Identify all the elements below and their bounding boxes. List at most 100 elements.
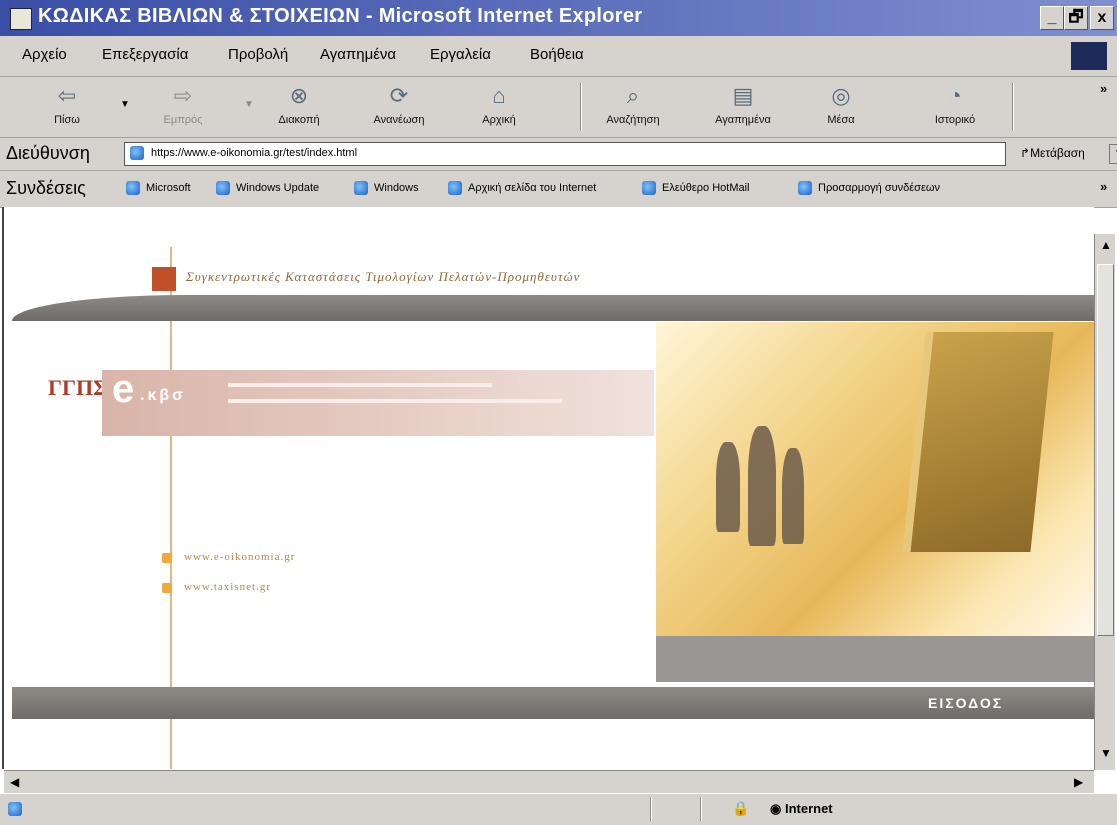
page-content: Συγκεντρωτικές Καταστάσεις Τιμολογίων Πε… bbox=[2, 207, 1094, 769]
go-arrow-icon: ↱ bbox=[1020, 146, 1031, 160]
close-button[interactable]: x bbox=[1090, 6, 1114, 30]
header-band bbox=[12, 295, 1094, 321]
refresh-icon: ⟳ bbox=[389, 83, 409, 108]
scroll-right-icon[interactable]: ▶ bbox=[1074, 775, 1083, 789]
brand-e-letter: e bbox=[112, 367, 135, 411]
favorites-icon: ▤ bbox=[732, 83, 754, 108]
scroll-up-icon[interactable]: ▲ bbox=[1100, 238, 1112, 252]
page-icon bbox=[448, 181, 462, 195]
forward-arrow-icon: ⇨ bbox=[173, 83, 193, 108]
header-title: Συγκεντρωτικές Καταστάσεις Τιμολογίων Πε… bbox=[186, 269, 581, 284]
globe-icon: ◉ bbox=[770, 801, 782, 816]
lock-icon: 🔒 bbox=[732, 800, 750, 816]
page-icon bbox=[130, 146, 144, 160]
windows-logo-icon bbox=[1071, 42, 1107, 70]
home-label: Αρχική bbox=[482, 114, 516, 126]
ie-app-icon[interactable] bbox=[10, 8, 32, 30]
standard-toolbar: ⇦ Πίσω ▼ ⇨ Εμπρός ▼ ⊗ Διακοπή ⟳ Ανανέωση… bbox=[0, 77, 1117, 138]
links-more-chevron[interactable]: » bbox=[1100, 179, 1107, 194]
photo-caption-strip bbox=[656, 636, 1094, 682]
link-label: Αρχική σελίδα του Internet bbox=[468, 182, 597, 194]
links-label: Συνδέσεις bbox=[6, 178, 86, 198]
hero-photo bbox=[656, 322, 1094, 682]
search-button[interactable]: ⌕ Αναζήτηση bbox=[590, 81, 676, 133]
toolbar-separator bbox=[1012, 83, 1014, 131]
brand-subtitle-line bbox=[228, 399, 562, 403]
stop-icon: ⊗ bbox=[289, 83, 309, 108]
link-e-oikonomia[interactable]: www.e-oikonomia.gr bbox=[184, 551, 295, 563]
person-silhouette bbox=[782, 448, 804, 544]
history-label: Ιστορικό bbox=[934, 114, 976, 126]
person-silhouette bbox=[716, 442, 740, 532]
forward-dropdown-icon[interactable]: ▼ bbox=[244, 99, 254, 110]
link-windows[interactable]: Windows bbox=[354, 181, 419, 195]
scroll-down-icon[interactable]: ▼ bbox=[1100, 746, 1112, 760]
stop-button[interactable]: ⊗ Διακοπή bbox=[256, 81, 342, 133]
menu-bar: Αρχείο Επεξεργασία Προβολή Αγαπημένα Εργ… bbox=[0, 36, 1117, 77]
search-icon: ⌕ bbox=[626, 83, 640, 108]
toolbar-separator bbox=[580, 83, 582, 131]
menu-file[interactable]: Αρχείο bbox=[22, 46, 67, 63]
links-bar: Συνδέσεις Microsoft Windows Update Windo… bbox=[0, 171, 1117, 208]
refresh-button[interactable]: ⟳ Ανανέωση bbox=[356, 81, 442, 133]
page-icon bbox=[642, 181, 656, 195]
scroll-thumb[interactable] bbox=[1097, 264, 1114, 636]
link-label: Windows bbox=[374, 182, 419, 194]
page-icon bbox=[798, 181, 812, 195]
person-silhouette bbox=[748, 426, 776, 546]
menu-tools[interactable]: Εργαλεία bbox=[430, 46, 491, 63]
link-microsoft[interactable]: Microsoft bbox=[126, 181, 191, 195]
enter-button[interactable]: ΕΙΣΟΔΟΣ bbox=[928, 695, 1003, 711]
forward-label: Εμπρός bbox=[163, 114, 203, 126]
address-dropdown-icon[interactable]: ▼ bbox=[1109, 144, 1117, 164]
status-divider bbox=[700, 797, 702, 821]
brand-suffix: .κβσ bbox=[140, 387, 187, 404]
menu-favorites[interactable]: Αγαπημένα bbox=[320, 46, 396, 63]
link-taxisnet[interactable]: www.taxisnet.gr bbox=[184, 581, 271, 593]
home-button[interactable]: ⌂ Αρχική bbox=[456, 81, 542, 133]
media-button[interactable]: ◎ Μέσα bbox=[798, 81, 884, 133]
ggps-logo: ΓΓΠΣ bbox=[48, 375, 108, 400]
menu-view[interactable]: Προβολή bbox=[228, 46, 288, 63]
search-label: Αναζήτηση bbox=[606, 114, 660, 126]
forward-button[interactable]: ⇨ Εμπρός bbox=[140, 81, 226, 133]
bullet-icon bbox=[162, 583, 172, 593]
media-label: Μέσα bbox=[827, 114, 855, 126]
favorites-label: Αγαπημένα bbox=[715, 114, 771, 126]
status-bar: 🔒 ◉ Internet bbox=[0, 793, 1117, 825]
page-icon bbox=[126, 181, 140, 195]
minimize-button[interactable]: _ bbox=[1040, 6, 1064, 30]
link-hotmail[interactable]: Ελεύθερο HotMail bbox=[642, 181, 750, 195]
favorites-button[interactable]: ▤ Αγαπημένα bbox=[700, 81, 786, 133]
link-internet-home[interactable]: Αρχική σελίδα του Internet bbox=[448, 181, 597, 195]
toolbar-more-chevron[interactable]: » bbox=[1100, 81, 1107, 96]
home-icon: ⌂ bbox=[492, 83, 506, 108]
brand-subtitle-line bbox=[228, 383, 492, 387]
stop-label: Διακοπή bbox=[278, 114, 320, 126]
history-button[interactable]: ◔ Ιστορικό bbox=[912, 81, 998, 133]
link-customize[interactable]: Προσαρμογή συνδέσεων bbox=[798, 181, 940, 195]
menu-edit[interactable]: Επεξεργασία bbox=[102, 46, 188, 63]
maximize-button[interactable]: 🗗 bbox=[1064, 6, 1088, 30]
scroll-left-icon[interactable]: ◀ bbox=[10, 775, 19, 789]
title-bar: ΚΩΔΙΚΑΣ ΒΙΒΛΙΩΝ & ΣΤΟΙΧΕΙΩΝ - Microsoft … bbox=[0, 0, 1117, 36]
back-arrow-icon: ⇦ bbox=[57, 83, 77, 108]
link-label: Microsoft bbox=[146, 182, 191, 194]
link-windows-update[interactable]: Windows Update bbox=[216, 181, 319, 195]
back-dropdown-icon[interactable]: ▼ bbox=[120, 99, 130, 110]
address-url: https://www.e-oikonomia.gr/test/index.ht… bbox=[151, 147, 358, 159]
history-icon: ◔ bbox=[948, 83, 962, 108]
menu-help[interactable]: Βοήθεια bbox=[530, 46, 584, 63]
vertical-scrollbar[interactable]: ▲ ▼ bbox=[1094, 234, 1115, 770]
horizontal-scrollbar[interactable]: ◀ ▶ bbox=[4, 770, 1094, 793]
link-label: Ελεύθερο HotMail bbox=[662, 182, 750, 194]
back-button[interactable]: ⇦ Πίσω bbox=[24, 81, 110, 133]
zone-label: Internet bbox=[784, 801, 833, 816]
bullet-icon bbox=[162, 553, 172, 563]
address-input[interactable]: https://www.e-oikonomia.gr/test/index.ht… bbox=[124, 142, 1117, 166]
refresh-label: Ανανέωση bbox=[373, 114, 425, 126]
address-label: Διεύθυνση bbox=[6, 143, 90, 163]
monitor-graphic bbox=[902, 332, 1054, 552]
go-button[interactable]: ↱Μετάβαση bbox=[1020, 146, 1085, 160]
security-zone: ◉ Internet bbox=[770, 801, 833, 817]
